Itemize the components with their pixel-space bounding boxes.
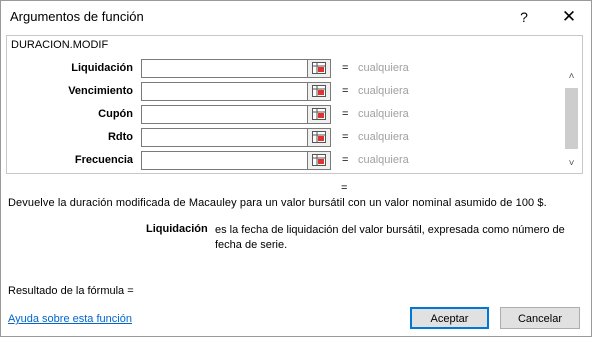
close-button[interactable]: ✕ xyxy=(557,6,581,28)
equals-sign: = xyxy=(342,85,349,97)
equals-sign: = xyxy=(342,108,349,120)
argument-result: cualquiera xyxy=(358,131,409,143)
function-arguments-dialog: Argumentos de función ? ✕ DURACION.MODIF… xyxy=(0,0,592,337)
equals-sign: = xyxy=(342,62,349,74)
range-select-button[interactable] xyxy=(308,105,331,124)
rdto-input[interactable] xyxy=(141,128,308,147)
argument-result: cualquiera xyxy=(358,108,409,120)
argument-label: Cupón xyxy=(98,108,133,120)
equals-sign: = xyxy=(342,154,349,166)
range-select-button[interactable] xyxy=(308,128,331,147)
help-button[interactable]: ? xyxy=(515,7,533,27)
scroll-up-icon[interactable]: ˄ xyxy=(563,70,580,84)
cancel-button[interactable]: Cancelar xyxy=(500,307,580,329)
range-select-button[interactable] xyxy=(308,151,331,170)
range-select-button[interactable] xyxy=(308,82,331,101)
argument-label: Frecuencia xyxy=(74,154,133,166)
liquidacion-input[interactable] xyxy=(141,59,308,78)
scroll-down-icon[interactable]: ˅ xyxy=(563,157,580,171)
argument-detail-label: Liquidación xyxy=(146,223,208,235)
frecuencia-input[interactable] xyxy=(141,151,308,170)
argument-label: Liquidación xyxy=(71,62,133,74)
argument-detail-text: es la fecha de liquidación del valor bur… xyxy=(215,224,565,251)
arguments-scrollbar[interactable]: ˄ ˅ xyxy=(563,70,580,171)
vencimiento-input[interactable] xyxy=(141,82,308,101)
title-bar[interactable]: Argumentos de función ? ✕ xyxy=(1,1,591,33)
equals-sign: = xyxy=(342,131,349,143)
range-select-icon xyxy=(312,108,326,120)
range-select-button[interactable] xyxy=(308,59,331,78)
function-result-equals: = xyxy=(341,182,348,194)
argument-result: cualquiera xyxy=(358,85,409,97)
arguments-group: DURACION.MODIF Liquidación = cualquiera … xyxy=(6,35,583,174)
range-select-icon xyxy=(312,85,326,97)
formula-result: Resultado de la fórmula = xyxy=(8,285,134,297)
argument-result: cualquiera xyxy=(358,62,409,74)
function-description: Devuelve la duración modificada de Macau… xyxy=(8,197,547,209)
argument-label: Vencimiento xyxy=(68,85,133,97)
range-select-icon xyxy=(312,131,326,143)
cupon-input[interactable] xyxy=(141,105,308,124)
range-select-icon xyxy=(312,154,326,166)
dialog-title: Argumentos de función xyxy=(10,9,144,24)
ok-button[interactable]: Aceptar xyxy=(410,307,489,329)
argument-result: cualquiera xyxy=(358,154,409,166)
argument-label: Rdto xyxy=(107,131,133,143)
scroll-thumb[interactable] xyxy=(565,88,578,149)
range-select-icon xyxy=(312,62,326,74)
function-name: DURACION.MODIF xyxy=(11,39,109,51)
help-link[interactable]: Ayuda sobre esta función xyxy=(8,313,132,325)
